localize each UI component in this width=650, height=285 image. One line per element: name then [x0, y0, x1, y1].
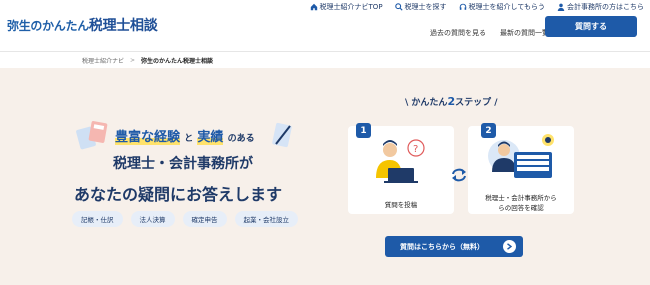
top-link-introduce[interactable]: 税理士を紹介してもらう: [459, 2, 545, 12]
tag-startup[interactable]: 起業・会社設立: [234, 211, 298, 227]
breadcrumb-current: 弥生のかんたん税理士相談: [141, 57, 214, 65]
steps-title-num: 2: [447, 95, 456, 108]
ask-free-cta-button[interactable]: 質問はこちらから（無料）: [385, 236, 523, 257]
site-logo[interactable]: 弥生のかんたん税理士相談: [7, 15, 158, 35]
step-2-label: 税理士・会計事務所から らの回答を確認: [468, 193, 574, 213]
logo-main: 税理士相談: [88, 18, 158, 34]
step-1-label: 質問を投稿: [384, 201, 418, 209]
breadcrumb: 税理士紹介ナビ > 弥生のかんたん税理士相談: [0, 52, 650, 68]
ask-question-button[interactable]: 質問する: [545, 16, 637, 37]
breadcrumb-separator: >: [130, 56, 136, 64]
step-2-label-line-2: らの回答を確認: [498, 204, 544, 212]
top-link-accounting-office[interactable]: 会計事務所の方はこちら: [557, 2, 644, 12]
hero-section: 豊富な経験 と 実績 のある 税理士・会計事務所が あなたの疑問にお答えします …: [0, 68, 650, 285]
hero-tail: のある: [227, 134, 255, 144]
hero-headline: あなたの疑問にお答えします: [74, 185, 283, 204]
search-icon: [394, 2, 403, 11]
top-link-label: 税理士紹介ナビTOP: [319, 2, 383, 11]
user-icon: [557, 3, 565, 11]
hero-and: と: [184, 134, 194, 144]
latest-questions-link[interactable]: 最新の質問一覧: [500, 28, 549, 38]
highlight-results: 実績: [197, 130, 224, 145]
past-questions-link[interactable]: 過去の質問を見る: [430, 28, 486, 38]
arrow-right-icon: [503, 240, 516, 253]
site-header: 弥生のかんたん税理士相談 税理士紹介ナビTOP 税理士を探す 税理士を紹介しても…: [0, 0, 650, 52]
step-1-number: 1: [356, 123, 371, 138]
top-link-label: 税理士を探す: [404, 2, 447, 11]
breadcrumb-root[interactable]: 税理士紹介ナビ: [82, 56, 124, 65]
svg-text:?: ?: [413, 144, 418, 155]
tag-bookkeeping[interactable]: 記帳・仕訳: [72, 211, 123, 227]
steps-slash-right: /: [491, 98, 498, 108]
top-link-search[interactable]: 税理士を探す: [394, 2, 447, 12]
hero-line-2: 税理士・会計事務所が: [113, 156, 253, 172]
topic-tags: 記帳・仕訳 法人決算 確定申告 起業・会社設立: [72, 211, 298, 227]
home-icon: [310, 3, 317, 10]
top-nav: 税理士紹介ナビTOP 税理士を探す 税理士を紹介してもらう 会計事務所の方はこち…: [310, 0, 644, 13]
logo-prefix: 弥生のかんたん: [7, 19, 89, 33]
sub-nav: 過去の質問を見る 最新の質問一覧: [430, 28, 549, 38]
headset-icon: [459, 3, 466, 10]
hero-line-1: 豊富な経験 と 実績 のある: [115, 126, 255, 145]
steps-title-suffix: ステップ: [455, 98, 492, 108]
calculator-document-illustration: [76, 121, 108, 150]
pen-document-illustration: [272, 122, 292, 148]
tag-corporate-settlement[interactable]: 法人決算: [130, 211, 175, 227]
cycle-arrows-icon: [452, 168, 466, 182]
top-link-label: 税理士を紹介してもらう: [468, 2, 545, 11]
tag-tax-return[interactable]: 確定申告: [182, 211, 227, 227]
step-card-1: ? 質問を投稿: [348, 126, 454, 214]
step-2-label-line-1: 税理士・会計事務所から: [485, 194, 557, 202]
highlight-experience: 豊富な経験: [115, 130, 181, 145]
steps-title-prefix: かんたん: [411, 98, 448, 108]
cta-label: 質問はこちらから（無料）: [400, 242, 484, 251]
top-link-label: 会計事務所の方はこちら: [567, 2, 644, 11]
step-card-2: 税理士・会計事務所から らの回答を確認: [468, 126, 574, 214]
top-link-navi-top[interactable]: 税理士紹介ナビTOP: [310, 2, 383, 12]
step-2-number: 2: [481, 123, 496, 138]
steps-title: \ かんたん2ステップ /: [405, 95, 498, 108]
